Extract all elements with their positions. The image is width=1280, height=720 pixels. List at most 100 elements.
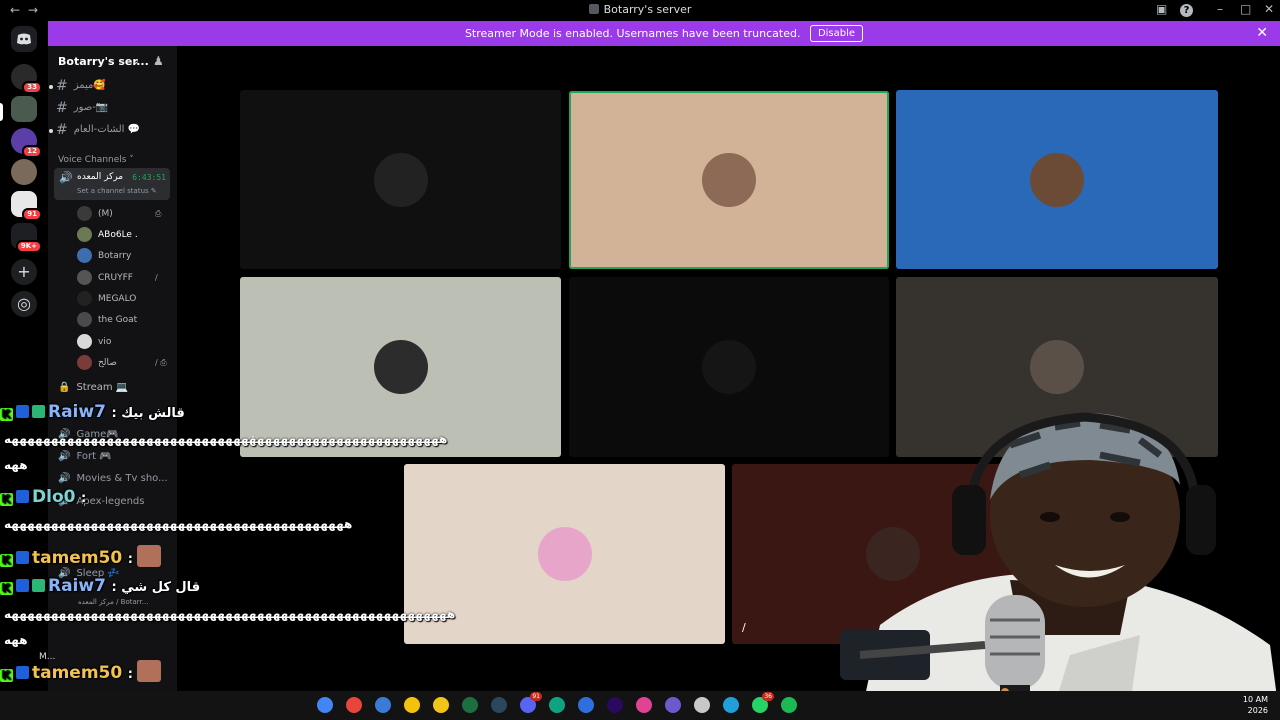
close-button[interactable]: ✕	[1264, 2, 1274, 16]
member-name: the Goat	[98, 315, 138, 325]
voice-connected-footer: مركز المعده / Botarr...	[78, 598, 149, 606]
voice-channel-name: Stream 💻	[76, 382, 129, 393]
chat-username: Dlo0	[32, 487, 76, 507]
kick-badge-icon: K	[0, 669, 13, 682]
chat-text: : قالش بيك	[111, 406, 185, 421]
server-icon-1[interactable]: 33	[11, 64, 42, 94]
voice-channel-stream[interactable]: 🔒 Stream 💻	[58, 382, 128, 393]
banner-text: Streamer Mode is enabled. Usernames have…	[464, 27, 801, 40]
member-name: ABo6Le .	[98, 230, 138, 240]
member-status-icons: ∕	[155, 273, 158, 282]
voice-channel-name: مركز المعده	[77, 172, 124, 182]
kick-badge-icon: K	[0, 582, 13, 595]
hash-icon: #	[56, 78, 68, 94]
premiere-app-icon[interactable]	[607, 697, 623, 713]
kick-badge-icon: K	[0, 554, 13, 567]
server-icon	[588, 4, 599, 14]
avatar	[77, 206, 92, 221]
clock-time: 10 AM	[1242, 695, 1268, 704]
chat-message: Ktamem50 :	[0, 545, 161, 568]
chevron-down-icon: ⌄	[131, 54, 141, 67]
active-voice-channel[interactable]: 🔊 مركز المعده 6:43:51 Set a channel stat…	[54, 168, 170, 200]
edge-app-icon[interactable]	[549, 697, 565, 713]
minimize-button[interactable]: –	[1217, 2, 1223, 16]
channel-name: الشات-العام 💬	[73, 124, 141, 135]
chat-text: : قال كل شي	[111, 580, 201, 595]
participant-avatar	[537, 527, 592, 581]
server-icon-botarry[interactable]	[11, 96, 37, 122]
mention-badge: 9K+	[15, 240, 42, 253]
channel-name: صور-📷	[73, 102, 109, 113]
channel-name: ميمز🥰	[73, 80, 106, 91]
streamer-mode-banner: Streamer Mode is enabled. Usernames have…	[48, 21, 1280, 46]
whatsapp-app-icon[interactable]: 36	[752, 692, 774, 713]
set-channel-status[interactable]: Set a channel status ✎	[77, 187, 157, 195]
og-badge-icon	[32, 405, 45, 418]
tracker-app-icon[interactable]	[694, 697, 710, 713]
discord-home-icon[interactable]	[11, 26, 37, 52]
participant-avatar	[1030, 340, 1084, 394]
video-tile[interactable]	[569, 91, 889, 269]
server-icon-2[interactable]: 12	[11, 128, 42, 158]
discover-icon[interactable]: ◎	[11, 291, 37, 317]
disable-button[interactable]: Disable	[809, 25, 864, 42]
kick-badge-icon: K	[0, 493, 13, 506]
excel-app-icon[interactable]	[462, 697, 478, 713]
chat-text-continued: هههههههههههههههههههههههههههههههههههههههه…	[4, 607, 456, 621]
banner-close-icon[interactable]: ✕	[1256, 21, 1268, 46]
text-channel[interactable]: # ميمز🥰	[56, 78, 106, 94]
avatar	[77, 355, 92, 370]
hash-icon: #	[56, 122, 68, 138]
member-name: vio	[98, 337, 112, 347]
add-server-icon[interactable]: +	[11, 259, 37, 285]
video-tile[interactable]	[240, 90, 561, 269]
lock-icon: 🔒	[58, 382, 71, 393]
server-folder-icon[interactable]: 9K+	[11, 223, 42, 253]
google-app-icon[interactable]	[317, 697, 333, 713]
avatar	[77, 291, 92, 306]
chat-username: Raiw7	[48, 576, 106, 596]
speaker-icon: 🔊	[59, 171, 73, 184]
participant-avatar	[373, 152, 428, 207]
discord-app-icon[interactable]: 91	[520, 692, 542, 713]
files-app-icon[interactable]	[404, 697, 420, 713]
notes-app-icon[interactable]	[433, 697, 449, 713]
invite-people-icon[interactable]: ♟	[153, 54, 164, 68]
telegram-app-icon[interactable]	[723, 697, 739, 713]
spotify-app-icon[interactable]	[781, 697, 797, 713]
server-icon-3[interactable]	[11, 159, 37, 185]
chrome-app-icon[interactable]	[346, 697, 362, 713]
inbox-icon[interactable]: ▣	[1156, 2, 1167, 16]
photos-app-icon[interactable]	[636, 697, 652, 713]
member-name: Botarry	[98, 251, 132, 261]
server-icon-fury[interactable]: 91	[11, 191, 42, 221]
chat-text: :	[127, 552, 133, 567]
video-tile[interactable]: ∕	[240, 277, 561, 457]
verified-badge-icon	[16, 579, 29, 592]
member-name: MEGALO	[98, 294, 137, 304]
verified-badge-icon	[16, 551, 29, 564]
avatar	[77, 270, 92, 285]
server-header[interactable]: Botarry's ser... ⌄ ♟	[48, 46, 177, 78]
video-tile[interactable]	[896, 90, 1218, 269]
voice-channels-category[interactable]: Voice Channels ˅	[58, 155, 134, 165]
member-name: (M)	[98, 209, 113, 219]
voice-channel-movies[interactable]: 🔊 Movies & Tv sho...	[58, 473, 168, 484]
speaker-icon: 🔊	[58, 451, 71, 462]
mention-badge: 33	[22, 81, 42, 94]
participant-avatar	[702, 340, 756, 394]
steam-app-icon[interactable]	[491, 697, 507, 713]
video-app-icon[interactable]	[665, 697, 681, 713]
system-clock[interactable]: 10 AM 2026	[1243, 694, 1268, 716]
participant-avatar	[1030, 152, 1084, 207]
help-icon[interactable]: ?	[1180, 4, 1193, 17]
text-channel[interactable]: # الشات-العام 💬	[56, 122, 140, 138]
mention-badge: 91	[22, 208, 42, 221]
chat-message: K Raiw7 : قالش بيك	[0, 402, 185, 422]
text-channel[interactable]: # صور-📷	[56, 100, 108, 116]
voice-channel-fort[interactable]: 🔊 Fort 🎮	[58, 451, 112, 462]
firefox-app-icon[interactable]	[375, 697, 391, 713]
maximize-button[interactable]: □	[1240, 2, 1251, 16]
paint-app-icon[interactable]	[578, 697, 594, 713]
verified-badge-icon	[16, 405, 29, 418]
